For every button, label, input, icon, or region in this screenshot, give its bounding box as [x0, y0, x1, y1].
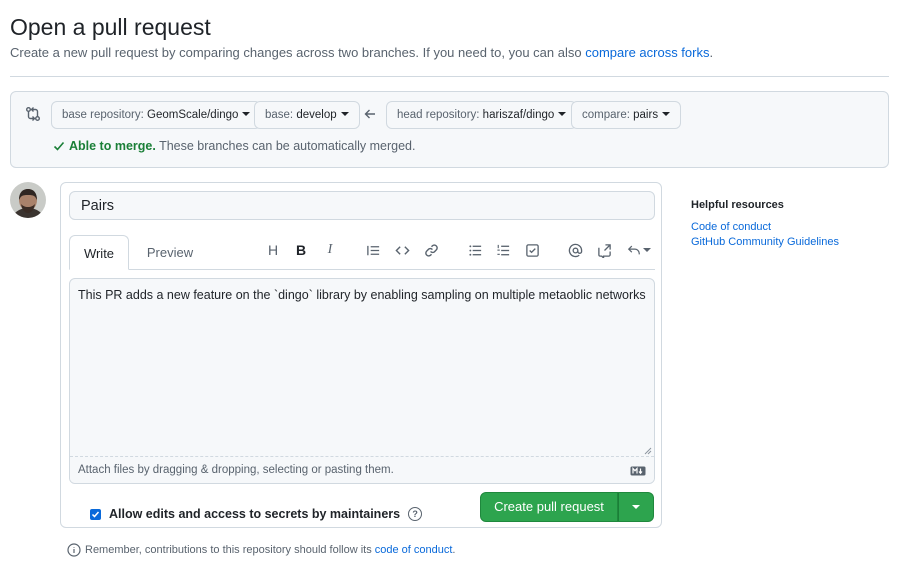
head-repository-value: hariszaf/dingo	[482, 109, 555, 121]
merge-status-ok: Able to merge.	[69, 139, 156, 153]
base-repository-value: GeomScale/dingo	[147, 109, 239, 121]
compare-branch-value: pairs	[633, 109, 659, 121]
chevron-down-icon	[242, 112, 251, 116]
page-description-text: Create a new pull request by comparing c…	[10, 45, 586, 60]
contribution-notice-text: Remember, contributions to this reposito…	[85, 544, 372, 556]
chevron-down-icon	[558, 112, 567, 116]
merge-status: Able to merge. These branches can be aut…	[53, 139, 415, 153]
cross-reference-icon[interactable]	[594, 240, 614, 260]
chevron-down-icon	[643, 248, 651, 252]
chevron-down-icon	[662, 112, 671, 116]
check-icon	[91, 511, 100, 518]
tabs-divider	[69, 269, 655, 270]
task-list-icon[interactable]	[522, 240, 542, 260]
chevron-down-icon	[632, 505, 640, 509]
bold-icon[interactable]: B	[291, 240, 311, 260]
compare-branch-select[interactable]: compare: pairs	[571, 101, 682, 129]
head-repository-label: head repository:	[397, 109, 480, 121]
page-title: Open a pull request	[10, 14, 211, 40]
attach-files-bar[interactable]: Attach files by dragging & dropping, sel…	[70, 456, 654, 483]
git-compare-icon	[26, 107, 40, 121]
chevron-down-icon	[340, 112, 349, 116]
compare-bar: base repository: GeomScale/dingo base: d…	[10, 91, 889, 168]
page-description-end: .	[709, 45, 714, 60]
italic-icon[interactable]: I	[320, 240, 340, 260]
quote-icon[interactable]	[363, 240, 383, 260]
compare-across-forks-link[interactable]: compare across forks	[585, 45, 709, 60]
base-branch-select[interactable]: base: develop	[254, 101, 360, 129]
community-guidelines-link[interactable]: GitHub Community Guidelines	[691, 236, 891, 248]
mention-icon[interactable]	[565, 240, 585, 260]
unordered-list-icon[interactable]	[465, 240, 485, 260]
arrow-left-icon	[364, 109, 375, 119]
resize-handle-icon[interactable]	[644, 447, 652, 455]
allow-edits-option[interactable]: Allow edits and access to secrets by mai…	[90, 507, 423, 521]
code-icon[interactable]	[392, 240, 412, 260]
merge-status-text: These branches can be automatically merg…	[159, 139, 416, 153]
compare-branch-label: compare:	[582, 109, 630, 121]
user-avatar-image	[10, 182, 46, 218]
pr-body-editor[interactable]: This PR adds a new feature on the `dingo…	[69, 278, 655, 484]
link-icon[interactable]	[421, 240, 441, 260]
pull-request-form: Write Preview H B I This PR adds a new f…	[60, 182, 662, 528]
check-icon	[53, 141, 65, 151]
base-repository-select[interactable]: base repository: GeomScale/dingo	[51, 101, 262, 129]
helpful-resources: Helpful resources Code of conduct GitHub…	[691, 199, 891, 251]
page-description: Create a new pull request by comparing c…	[10, 45, 713, 60]
avatar[interactable]	[10, 182, 46, 218]
heading-icon[interactable]: H	[263, 240, 283, 260]
info-icon	[67, 543, 81, 557]
saved-replies-icon[interactable]	[625, 240, 653, 260]
tab-preview[interactable]: Preview	[137, 235, 203, 270]
base-branch-label: base:	[265, 109, 294, 121]
ordered-list-icon[interactable]	[493, 240, 513, 260]
base-branch-value: develop	[296, 109, 337, 121]
markdown-icon[interactable]	[630, 466, 646, 476]
contribution-notice-end: .	[452, 544, 456, 556]
create-pull-request-dropdown[interactable]	[618, 492, 654, 522]
base-repository-label: base repository:	[62, 109, 144, 121]
pr-title-input[interactable]	[69, 191, 655, 220]
divider	[10, 76, 889, 77]
allow-edits-checkbox[interactable]	[90, 508, 101, 520]
question-icon[interactable]: ?	[408, 507, 423, 521]
code-of-conduct-link[interactable]: Code of conduct	[691, 221, 891, 233]
create-pull-request-button[interactable]: Create pull request	[480, 492, 618, 522]
contribution-notice: Remember, contributions to this reposito…	[67, 543, 455, 557]
code-of-conduct-footer-link[interactable]: code of conduct	[375, 544, 453, 556]
allow-edits-label: Allow edits and access to secrets by mai…	[109, 507, 401, 521]
tab-write[interactable]: Write	[69, 235, 129, 270]
head-repository-select[interactable]: head repository: hariszaf/dingo	[386, 101, 578, 129]
attach-files-hint: Attach files by dragging & dropping, sel…	[78, 464, 394, 476]
pr-body-textarea[interactable]: This PR adds a new feature on the `dingo…	[70, 279, 654, 459]
helpful-resources-heading: Helpful resources	[691, 199, 784, 211]
